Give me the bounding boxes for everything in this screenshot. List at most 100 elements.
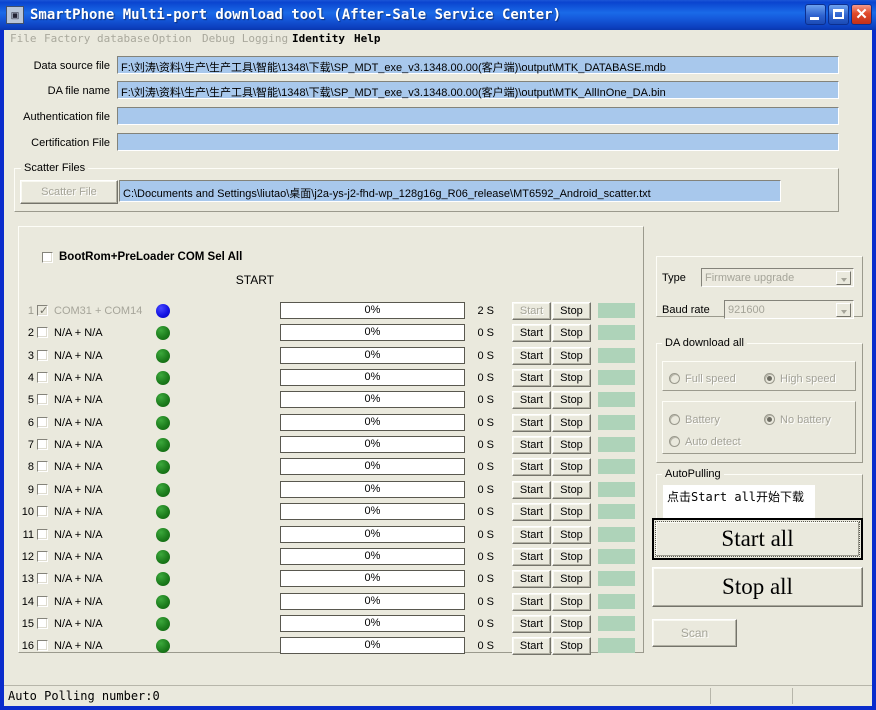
- port-row-led-green-icon: [156, 393, 170, 407]
- port-row-start-button[interactable]: Start: [512, 458, 551, 476]
- port-row-start-button[interactable]: Start: [512, 414, 551, 432]
- port-row-stop-button[interactable]: Stop: [552, 615, 591, 633]
- port-row-stop-button[interactable]: Stop: [552, 570, 591, 588]
- port-row-checkbox[interactable]: [37, 372, 48, 383]
- baud-rate-combo[interactable]: 921600: [724, 300, 854, 319]
- select-all-checkbox[interactable]: [42, 252, 53, 263]
- port-row-stop-button[interactable]: Stop: [552, 414, 591, 432]
- menu-item-debug-logging[interactable]: Debug Logging: [202, 32, 288, 46]
- port-row-stop-button[interactable]: Stop: [552, 458, 591, 476]
- maximize-button[interactable]: [828, 4, 849, 25]
- scatter-file-input[interactable]: C:\Documents and Settings\liutao\桌面\j2a-…: [119, 180, 781, 202]
- full-speed-label: Full speed: [685, 373, 736, 385]
- port-row-start-button[interactable]: Start: [512, 347, 551, 365]
- start-all-button[interactable]: Start all: [652, 518, 863, 560]
- port-row-number: 13: [21, 573, 34, 585]
- port-row-stop-button[interactable]: Stop: [552, 548, 591, 566]
- port-row-checkbox[interactable]: [37, 484, 48, 495]
- port-row-stop-button[interactable]: Stop: [552, 593, 591, 611]
- port-row-start-button[interactable]: Start: [512, 615, 551, 633]
- da-file-name-input[interactable]: F:\刘涛\资料\生产\生产工具\智能\1348\下载\SP_MDT_exe_v…: [117, 81, 839, 99]
- type-combo[interactable]: Firmware upgrade: [701, 268, 854, 287]
- auto-detect-label: Auto detect: [685, 436, 741, 448]
- high-speed-label: High speed: [780, 373, 836, 385]
- data-source-file-input[interactable]: F:\刘涛\资料\生产\生产工具\智能\1348\下载\SP_MDT_exe_v…: [117, 56, 839, 74]
- port-row-stop-button[interactable]: Stop: [552, 347, 591, 365]
- menu-item-option[interactable]: Option: [152, 32, 192, 46]
- port-row-stop-button[interactable]: Stop: [552, 302, 591, 320]
- app-icon: ▣: [6, 6, 24, 24]
- port-row-led-green-icon: [156, 416, 170, 430]
- port-row-number: 3: [27, 350, 34, 362]
- port-row-start-button[interactable]: Start: [512, 436, 551, 454]
- port-row-start-button[interactable]: Start: [512, 324, 551, 342]
- close-button[interactable]: ✕: [851, 4, 872, 25]
- port-row-stop-button[interactable]: Stop: [552, 526, 591, 544]
- menu-item-factory-database[interactable]: Factory database: [44, 32, 150, 46]
- port-row-stop-button[interactable]: Stop: [552, 436, 591, 454]
- port-row-checkbox[interactable]: [37, 596, 48, 607]
- start-all-label: Start all: [721, 526, 794, 551]
- port-row-checkbox[interactable]: [37, 327, 48, 338]
- port-row-start-button[interactable]: Start: [512, 548, 551, 566]
- stop-all-button[interactable]: Stop all: [652, 567, 863, 607]
- port-row-checkbox[interactable]: [37, 618, 48, 629]
- scan-button[interactable]: Scan: [652, 619, 737, 647]
- port-row-checkbox[interactable]: [37, 394, 48, 405]
- port-row-stop-button[interactable]: Stop: [552, 391, 591, 409]
- port-row-checkbox[interactable]: [37, 461, 48, 472]
- certification-file-input[interactable]: [117, 133, 839, 151]
- port-row-start-button[interactable]: Start: [512, 637, 551, 655]
- port-row-stop-button[interactable]: Stop: [552, 369, 591, 387]
- menu-item-identity[interactable]: Identity: [292, 32, 345, 46]
- autopulling-legend: AutoPulling: [662, 468, 724, 480]
- port-row-start-button[interactable]: Start: [512, 593, 551, 611]
- port-row-checkbox[interactable]: [37, 529, 48, 540]
- port-row-checkbox[interactable]: [37, 350, 48, 361]
- port-row-seconds: 2 S: [477, 305, 494, 317]
- port-row-status-box: [598, 437, 635, 452]
- menu-item-help[interactable]: Help: [354, 32, 381, 46]
- port-row-status-box: [598, 325, 635, 340]
- scatter-file-button[interactable]: Scatter File: [20, 180, 118, 204]
- chevron-down-icon[interactable]: [836, 271, 851, 285]
- port-row-start-button[interactable]: Start: [512, 503, 551, 521]
- auto-detect-radio[interactable]: [669, 436, 680, 447]
- port-row-led-green-icon: [156, 617, 170, 631]
- port-row-seconds: 0 S: [477, 506, 494, 518]
- port-row-checkbox[interactable]: [37, 506, 48, 517]
- port-row-start-button[interactable]: Start: [512, 369, 551, 387]
- port-row-checkbox[interactable]: [37, 640, 48, 651]
- chevron-down-icon[interactable]: [836, 303, 851, 317]
- scatter-file-value: C:\Documents and Settings\liutao\桌面\j2a-…: [123, 188, 651, 200]
- port-row-checkbox[interactable]: [37, 439, 48, 450]
- port-row-start-button[interactable]: Start: [512, 302, 551, 320]
- no-battery-radio[interactable]: [764, 414, 775, 425]
- port-row-stop-button[interactable]: Stop: [552, 324, 591, 342]
- port-row-led-green-icon: [156, 438, 170, 452]
- data-source-file-value: F:\刘涛\资料\生产\生产工具\智能\1348\下载\SP_MDT_exe_v…: [121, 62, 666, 74]
- autopulling-message-box[interactable]: 点击Start all开始下载: [663, 485, 815, 522]
- menu-item-file[interactable]: File: [10, 32, 37, 46]
- high-speed-radio[interactable]: [764, 373, 775, 384]
- port-row-stop-button[interactable]: Stop: [552, 503, 591, 521]
- full-speed-radio[interactable]: [669, 373, 680, 384]
- close-icon: ✕: [855, 6, 868, 23]
- port-row-checkbox[interactable]: [37, 551, 48, 562]
- port-row-checkbox[interactable]: ✓: [37, 305, 48, 316]
- port-row-checkbox[interactable]: [37, 417, 48, 428]
- port-row-status-box: [598, 415, 635, 430]
- port-row-start-button[interactable]: Start: [512, 570, 551, 588]
- port-row-start-button[interactable]: Start: [512, 481, 551, 499]
- port-row-start-button[interactable]: Start: [512, 391, 551, 409]
- port-row-seconds: 0 S: [477, 529, 494, 541]
- port-row-number: 10: [21, 506, 34, 518]
- minimize-button[interactable]: [805, 4, 826, 25]
- port-row-seconds: 0 S: [477, 596, 494, 608]
- authentication-file-input[interactable]: [117, 107, 839, 125]
- port-row-start-button[interactable]: Start: [512, 526, 551, 544]
- port-row-stop-button[interactable]: Stop: [552, 637, 591, 655]
- port-row-stop-button[interactable]: Stop: [552, 481, 591, 499]
- battery-radio[interactable]: [669, 414, 680, 425]
- port-row-checkbox[interactable]: [37, 573, 48, 584]
